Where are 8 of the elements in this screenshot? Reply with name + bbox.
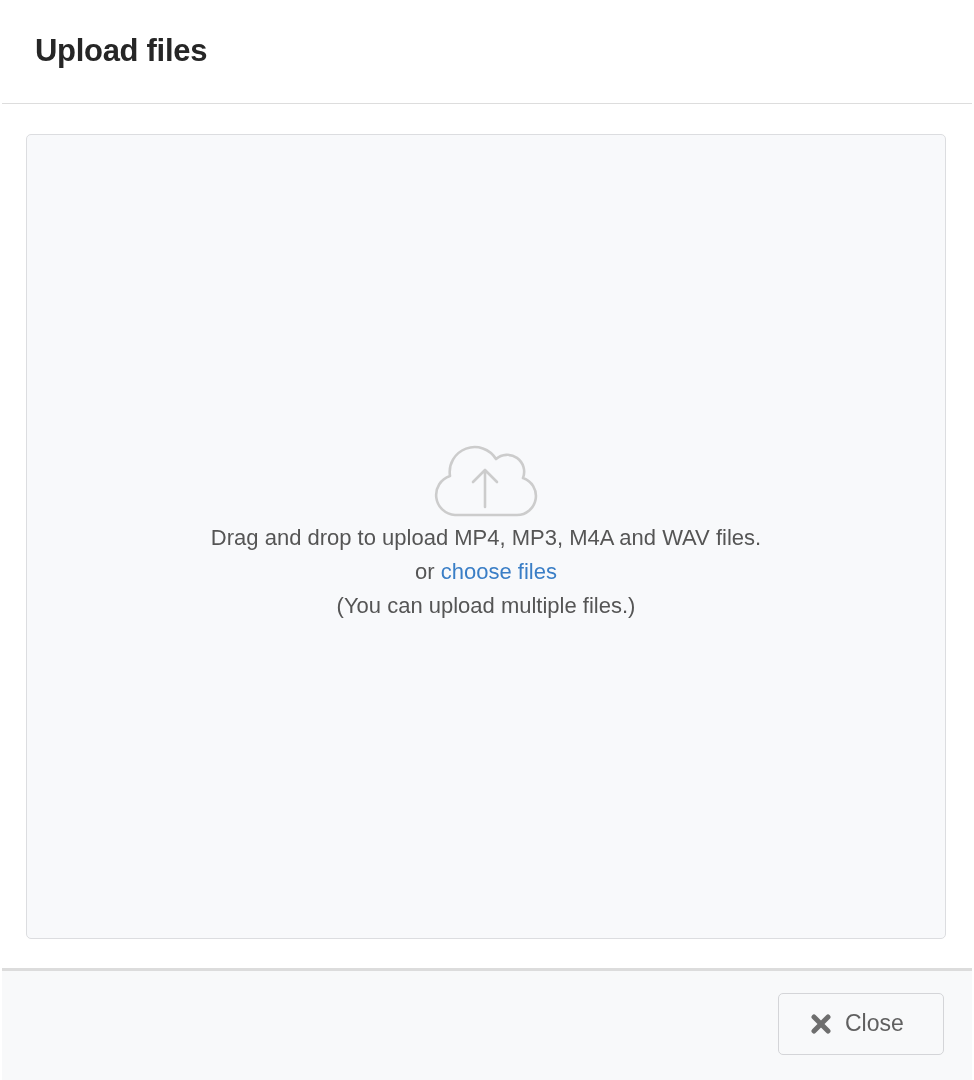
dialog-title: Upload files — [35, 32, 208, 69]
close-button[interactable]: Close — [778, 992, 944, 1055]
multiple-files-note: (You can upload multiple files.) — [336, 591, 636, 620]
drag-drop-instruction: Drag and drop to upload MP4, MP3, M4A and WAV files. — [210, 523, 762, 552]
choose-files-link[interactable]: choose files — [440, 558, 557, 584]
close-icon — [811, 1013, 831, 1034]
choose-files-text: or choose files — [415, 557, 557, 586]
drop-zone[interactable]: Drag and drop to upload MP4, MP3, M4A and WAV files. or choose files (You can upload multiple files.) — [26, 134, 946, 939]
